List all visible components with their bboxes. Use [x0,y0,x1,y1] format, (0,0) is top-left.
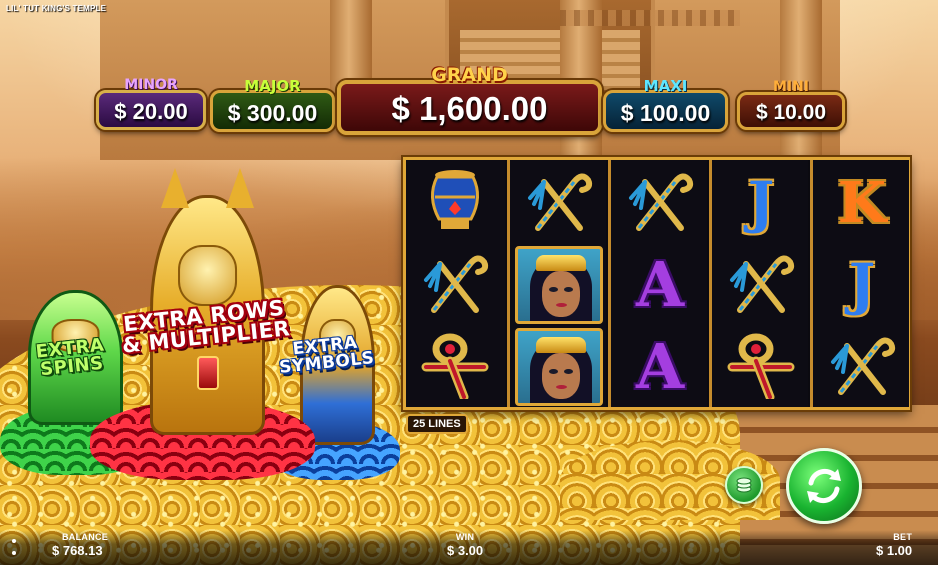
symbol-a: A [635,330,685,403]
reel-5: KJ [810,160,909,407]
jackpot-maxi-label: MAXI [643,77,688,95]
reel-symbol: A [614,246,706,324]
bet-settings-button[interactable] [725,466,763,504]
reel-symbol: J [816,246,908,324]
spin-button[interactable] [786,448,862,524]
crook-flail-icon [524,168,594,239]
jackpot-maxi: MAXI $ 100.00 [603,77,728,132]
reel-symbol: J [715,164,807,242]
jackpot-major: MAJOR $ 300.00 [210,77,335,132]
balance-label: BALANCE [62,532,109,542]
reel-symbol [409,328,501,406]
reel-symbol [715,328,807,406]
symbol-k: K [837,170,887,236]
balance-display: BALANCE $ 768.13 [52,532,108,558]
crook-flail-icon [827,332,897,403]
reel-symbol [816,328,908,406]
jackpot-mini-value: $ 10.00 [755,101,827,124]
jackpot-grand-value: $ 1,600.00 [391,90,548,127]
jackpot-minor-label: MINOR [124,77,178,93]
reel-1 [406,160,505,407]
balance-value: $ 768.13 [52,543,103,558]
vertical-dots-icon [12,551,16,555]
coin-stack-icon [736,477,752,493]
reel-2 [507,160,606,407]
jackpot-mini: MINI $ 10.00 [737,79,845,130]
reel-3: AA [608,160,707,407]
crook-flail-icon [726,250,796,321]
game-title: LIL' TUT KING'S TEMPLE [6,4,107,13]
reel-symbol [409,246,501,324]
queen-symbol-icon [515,328,603,406]
reel-symbol: K [816,164,908,242]
symbol-j: J [747,170,775,236]
reel-symbol [614,164,706,242]
symbol-a: A [635,248,685,321]
win-label: WIN [455,532,475,542]
menu-button[interactable] [12,539,18,555]
queen-symbol-icon [515,246,603,324]
crook-flail-icon [420,250,490,321]
reel-symbol [513,164,605,242]
statue-ear [161,168,189,208]
jackpot-minor-value: $ 20.00 [114,99,188,124]
jackpot-grand-label: GRAND [431,64,508,86]
win-display: WIN $ 3.00 [447,532,483,558]
jackpot-grand: GRAND $ 1,600.00 [337,64,602,135]
hieroglyph-band [560,10,740,26]
jackpot-mini-label: MINI [772,79,810,95]
vertical-dots-icon [12,539,16,543]
jackpot-minor: MINOR $ 20.00 [96,77,206,130]
reel-symbol [513,246,605,324]
refresh-arrows-icon [807,468,841,504]
win-value: $ 3.00 [447,543,484,558]
reel-symbol: A [614,328,706,406]
bet-value: $ 1.00 [876,543,913,558]
jackpot-major-value: $ 300.00 [227,100,318,126]
bet-label: BET [893,532,913,542]
statue-face [177,244,238,306]
bet-display[interactable]: BET $ 1.00 [876,532,912,558]
jackpot-maxi-value: $ 100.00 [620,100,711,126]
reel-symbol [409,164,501,242]
vase-icon [423,167,487,240]
jackpot-major-label: MAJOR [244,77,301,95]
statue-gem [196,355,219,390]
statue-ear [226,168,254,208]
reel-4: J [709,160,808,407]
symbol-j: J [848,252,876,318]
paylines-badge: 25 LINES [406,414,468,434]
reel-grid: AAJKJ [403,157,910,410]
reel-symbol [715,246,807,324]
crook-flail-icon [625,168,695,239]
ankh-icon [726,331,796,404]
ankh-icon [420,331,490,404]
reel-symbol [513,328,605,406]
